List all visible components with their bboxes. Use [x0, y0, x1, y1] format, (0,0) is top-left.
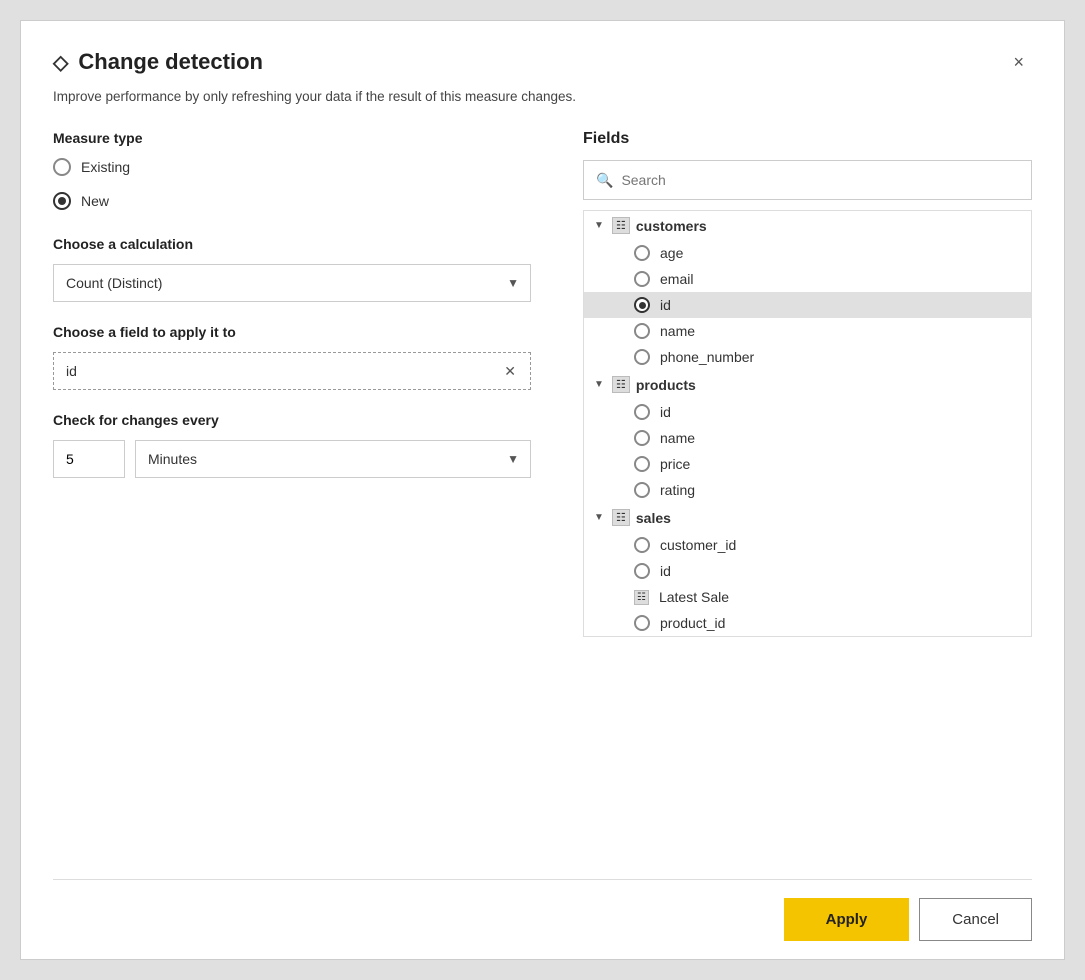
table-icon-customers: ☷	[612, 217, 630, 234]
search-input[interactable]	[621, 172, 1019, 188]
radio-existing-label: Existing	[81, 159, 130, 175]
radio-group: Existing New	[53, 158, 531, 210]
field-input-text: id	[66, 363, 77, 379]
subtitle-text: Improve performance by only refreshing y…	[53, 89, 1032, 104]
search-box[interactable]: 🔍	[583, 160, 1032, 200]
tree-item-products-rating[interactable]: rating	[584, 477, 1031, 503]
interval-label: Check for changes every	[53, 412, 531, 428]
radio-products-price	[634, 456, 650, 472]
tree-item-customers-phone[interactable]: phone_number	[584, 344, 1031, 370]
radio-sales-customer-id	[634, 537, 650, 553]
diamond-icon: ◇	[53, 50, 68, 75]
fields-label: Fields	[583, 130, 1032, 148]
table-icon-sales: ☷	[612, 509, 630, 526]
apply-button[interactable]: Apply	[784, 898, 910, 941]
close-button[interactable]: ×	[1005, 49, 1032, 75]
item-name-sales-customer-id: customer_id	[660, 537, 736, 553]
group-name-sales: sales	[636, 510, 671, 526]
chevron-products: ▼	[594, 379, 606, 390]
calculation-label: Choose a calculation	[53, 236, 531, 252]
chevron-sales: ▼	[594, 512, 606, 523]
tree-item-sales-customer-id[interactable]: customer_id	[584, 532, 1031, 558]
change-detection-dialog: ◇ Change detection × Improve performance…	[20, 20, 1065, 960]
radio-products-rating	[634, 482, 650, 498]
tree-item-customers-email[interactable]: email	[584, 266, 1031, 292]
calculation-section: Choose a calculation Count (Distinct) Co…	[53, 236, 531, 302]
field-input-wrapper[interactable]: id ✕	[53, 352, 531, 390]
radio-new-label: New	[81, 193, 109, 209]
dialog-header: ◇ Change detection ×	[53, 49, 1032, 75]
dialog-body: Measure type Existing New Choose a calcu…	[53, 130, 1032, 859]
radio-sales-id	[634, 563, 650, 579]
radio-products-name	[634, 430, 650, 446]
group-name-products: products	[636, 377, 696, 393]
interval-number-input[interactable]	[53, 440, 125, 478]
tree-group-products[interactable]: ▼ ☷ products	[584, 370, 1031, 399]
dialog-footer: Apply Cancel	[53, 879, 1032, 959]
title-text: Change detection	[78, 49, 263, 75]
chevron-customers: ▼	[594, 220, 606, 231]
item-name-customers-email: email	[660, 271, 693, 287]
tree-item-products-price[interactable]: price	[584, 451, 1031, 477]
radio-customers-phone	[634, 349, 650, 365]
fields-tree: ▼ ☷ customers age email id	[583, 210, 1032, 637]
tree-item-customers-name[interactable]: name	[584, 318, 1031, 344]
item-name-sales-product-id: product_id	[660, 615, 725, 631]
measure-icon-latest-sale: ☷	[634, 590, 649, 605]
cancel-button[interactable]: Cancel	[919, 898, 1032, 941]
interval-row: Seconds Minutes Hours ▼	[53, 440, 531, 478]
item-name-customers-id: id	[660, 297, 671, 313]
measure-type-section: Measure type Existing New	[53, 130, 531, 210]
tree-item-customers-id[interactable]: id	[584, 292, 1031, 318]
left-panel: Measure type Existing New Choose a calcu…	[53, 130, 563, 859]
item-name-customers-age: age	[660, 245, 683, 261]
tree-group-sales[interactable]: ▼ ☷ sales	[584, 503, 1031, 532]
calculation-select[interactable]: Count (Distinct) Count Sum Min Max Avera…	[53, 264, 531, 302]
group-name-customers: customers	[636, 218, 707, 234]
radio-existing-circle	[53, 158, 71, 176]
radio-sales-product-id	[634, 615, 650, 631]
item-name-products-id: id	[660, 404, 671, 420]
table-icon-products: ☷	[612, 376, 630, 393]
radio-customers-name	[634, 323, 650, 339]
item-name-customers-name: name	[660, 323, 695, 339]
radio-new-circle	[53, 192, 71, 210]
tree-group-customers[interactable]: ▼ ☷ customers	[584, 211, 1031, 240]
field-section: Choose a field to apply it to id ✕	[53, 324, 531, 390]
measure-type-label: Measure type	[53, 130, 531, 146]
tree-item-products-id[interactable]: id	[584, 399, 1031, 425]
item-name-products-name: name	[660, 430, 695, 446]
calculation-select-wrapper: Count (Distinct) Count Sum Min Max Avera…	[53, 264, 531, 302]
tree-item-sales-id[interactable]: id	[584, 558, 1031, 584]
interval-unit-wrapper: Seconds Minutes Hours ▼	[135, 440, 531, 478]
tree-item-sales-product-id[interactable]: product_id	[584, 610, 1031, 636]
tree-item-products-name[interactable]: name	[584, 425, 1031, 451]
item-name-products-rating: rating	[660, 482, 695, 498]
radio-customers-id	[634, 297, 650, 313]
interval-unit-select[interactable]: Seconds Minutes Hours	[135, 440, 531, 478]
radio-existing[interactable]: Existing	[53, 158, 531, 176]
item-name-sales-id: id	[660, 563, 671, 579]
radio-customers-email	[634, 271, 650, 287]
radio-new[interactable]: New	[53, 192, 531, 210]
item-name-products-price: price	[660, 456, 690, 472]
search-icon: 🔍	[596, 172, 613, 189]
item-name-customers-phone: phone_number	[660, 349, 754, 365]
radio-customers-age	[634, 245, 650, 261]
clear-field-icon[interactable]: ✕	[502, 361, 518, 382]
field-label: Choose a field to apply it to	[53, 324, 531, 340]
dialog-title: ◇ Change detection	[53, 49, 263, 75]
right-panel: Fields 🔍 ▼ ☷ customers age	[563, 130, 1032, 859]
item-name-sales-latest-sale: Latest Sale	[659, 589, 729, 605]
tree-item-sales-latest-sale[interactable]: ☷ Latest Sale	[584, 584, 1031, 610]
interval-section: Check for changes every Seconds Minutes …	[53, 412, 531, 478]
radio-products-id	[634, 404, 650, 420]
tree-item-customers-age[interactable]: age	[584, 240, 1031, 266]
